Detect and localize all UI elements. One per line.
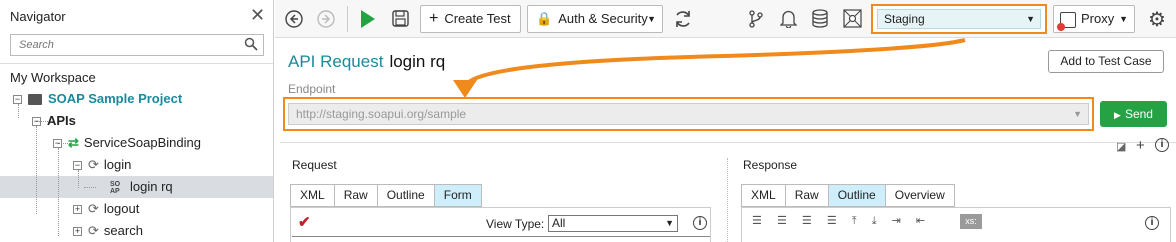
tab-overview[interactable]: Overview	[884, 184, 955, 207]
validate-check-icon[interactable]: ✔	[298, 213, 311, 231]
tree-item-apis[interactable]: − APIs	[32, 110, 76, 132]
xs-toggle[interactable]: xs:	[960, 214, 982, 229]
navigator-search	[10, 34, 264, 56]
workspace-label: My Workspace	[10, 70, 96, 85]
dropdown-arrow-icon: ▼	[665, 218, 674, 228]
endpoint-label: Endpoint	[288, 82, 336, 96]
tree-item-label: search	[103, 223, 143, 238]
tab-outline[interactable]: Outline	[376, 184, 434, 207]
layout-icon[interactable]: ◪	[1116, 140, 1126, 153]
collapse-icon[interactable]: −	[53, 139, 62, 149]
search-input[interactable]	[11, 35, 231, 55]
response-format-toolbar: ☰ ☰ ☰ ☰ ⤒ ⤓ ⇥ ⇤	[752, 214, 937, 228]
request-pane-title: Request	[292, 158, 337, 172]
tree-item-label: SOAP Sample Project	[48, 91, 183, 106]
add-icon[interactable]: +	[1136, 137, 1145, 154]
operation-icon: ⟳	[88, 223, 99, 238]
navigator-title: Navigator	[10, 9, 66, 24]
view-type-select[interactable]: All ▼	[548, 215, 678, 232]
tab-outline[interactable]: Outline	[827, 184, 885, 207]
operation-icon: ⟳	[88, 157, 99, 172]
page-title: API Request login rq	[288, 52, 445, 72]
send-button[interactable]: ▶ Send	[1100, 101, 1167, 127]
endpoint-field[interactable]: http://staging.soapui.org/sample ▼	[288, 103, 1089, 125]
request-type: API Request	[288, 52, 384, 71]
tab-xml[interactable]: XML	[290, 184, 334, 207]
tree-item-binding[interactable]: − ⇄ ServiceSoapBinding	[53, 132, 201, 154]
pane-divider[interactable]	[727, 158, 728, 242]
outdent-icon[interactable]: ⇤	[916, 215, 925, 227]
tab-raw[interactable]: Raw	[333, 184, 377, 207]
endpoint-highlight: http://staging.soapui.org/sample ▼	[283, 97, 1094, 131]
tree-item-login[interactable]: − ⟳ login	[73, 154, 131, 176]
expand-icon[interactable]: +	[73, 205, 82, 215]
dropdown-arrow-icon: ▼	[1073, 109, 1082, 119]
tree-item-logout[interactable]: + ⟳ logout	[73, 198, 139, 220]
response-pane-title: Response	[743, 158, 798, 172]
info-icon[interactable]: i	[1155, 138, 1169, 152]
tree-item-label: login	[103, 157, 132, 172]
add-to-test-case-button[interactable]: Add to Test Case	[1048, 50, 1164, 73]
collapse-icon[interactable]: −	[73, 161, 82, 171]
close-icon[interactable]: ✕	[250, 5, 265, 26]
justify-icon[interactable]: ☰	[827, 215, 837, 227]
send-label: Send	[1124, 107, 1153, 121]
align-left-icon[interactable]: ☰	[752, 215, 762, 227]
tree-item-project[interactable]: − SOAP Sample Project	[13, 88, 182, 110]
indent-icon[interactable]: ⇥	[892, 215, 901, 227]
tree-item-search[interactable]: + ⟳ search	[73, 220, 143, 242]
align-right-icon[interactable]: ☰	[802, 215, 812, 227]
collapse-icon[interactable]: −	[13, 95, 22, 105]
main-area: + Create Test 🔒 Auth & Security ▼ Staging ▼ …	[275, 0, 1176, 242]
response-tabs: XML Raw Outline Overview	[741, 184, 955, 207]
tree-item-login-rq[interactable]: SO AP login rq	[110, 176, 173, 198]
collapse-icon[interactable]: −	[32, 117, 41, 127]
expand-icon[interactable]: +	[73, 227, 82, 237]
tab-xml[interactable]: XML	[741, 184, 785, 207]
info-icon[interactable]: i	[693, 216, 707, 230]
info-icon[interactable]: i	[1145, 216, 1159, 230]
soap-request-icon: SO AP	[110, 180, 121, 195]
folder-icon	[28, 94, 42, 106]
send-arrow-icon: ▶	[1114, 110, 1121, 120]
view-type-label: View Type:	[486, 217, 545, 231]
tree-item-label: logout	[103, 201, 140, 216]
tree-item-label: ServiceSoapBinding	[83, 135, 201, 150]
binding-icon: ⇄	[68, 135, 79, 150]
request-tabs: XML Raw Outline Form	[290, 184, 482, 207]
collapse-all-icon[interactable]: ⤓	[872, 215, 877, 227]
expand-all-icon[interactable]: ⤒	[852, 215, 857, 227]
tab-raw[interactable]: Raw	[784, 184, 828, 207]
tree-item-label: APIs	[47, 113, 76, 128]
request-name: login rq	[389, 52, 446, 71]
operation-icon: ⟳	[88, 201, 99, 216]
align-center-icon[interactable]: ☰	[777, 215, 787, 227]
endpoint-value: http://staging.soapui.org/sample	[296, 107, 467, 121]
tree-item-label: login rq	[130, 179, 173, 194]
navigator-panel: Navigator ✕ My Workspace − SOAP Sample Pr…	[0, 0, 274, 242]
tab-form[interactable]: Form	[433, 184, 482, 207]
search-icon[interactable]	[244, 37, 258, 51]
view-type-value: All	[552, 216, 566, 230]
